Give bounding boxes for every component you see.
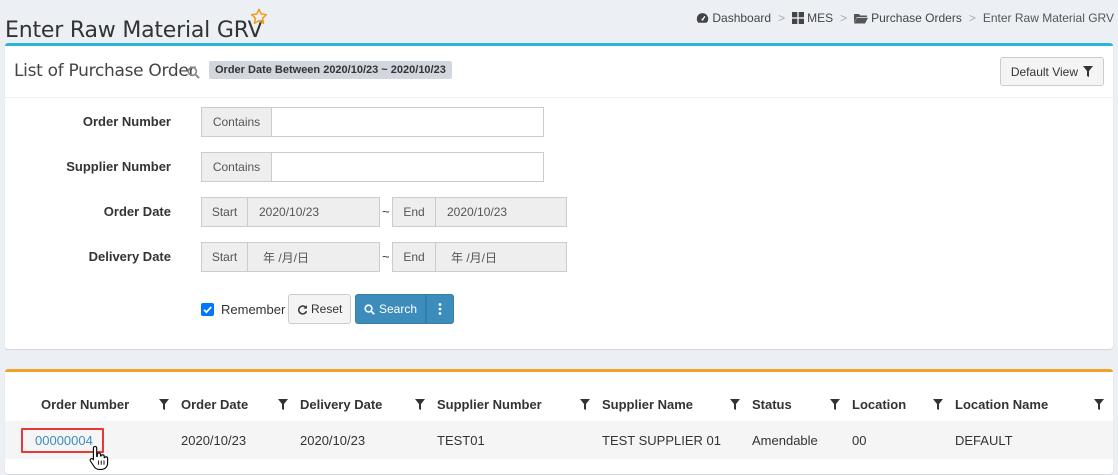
cell-status: Amendable bbox=[752, 432, 818, 448]
cell-location-name: DEFAULT bbox=[955, 432, 1013, 448]
range-separator: ~ bbox=[382, 204, 390, 219]
remember-label[interactable]: Remember bbox=[221, 302, 285, 317]
column-header-location-name[interactable]: Location Name bbox=[955, 388, 1113, 421]
table-header-row: Order Number Order Date Delivery Date Su… bbox=[5, 388, 1113, 421]
supplier-number-input[interactable] bbox=[271, 152, 544, 182]
delivery-date-start-input[interactable]: 年 /月/日 bbox=[247, 242, 380, 272]
default-view-label: Default View bbox=[1010, 64, 1078, 79]
filter-icon[interactable] bbox=[730, 399, 740, 410]
column-header-label: Supplier Name bbox=[602, 397, 694, 412]
reset-label: Reset bbox=[311, 302, 343, 316]
column-header-label: Order Number bbox=[41, 397, 130, 412]
delivery-date-end-input[interactable]: 年 /月/日 bbox=[435, 242, 567, 272]
refresh-icon bbox=[298, 304, 308, 315]
supplier-number-label: Supplier Number bbox=[66, 159, 171, 174]
filter-icon[interactable] bbox=[1094, 399, 1104, 410]
order-date-start-input[interactable]: 2020/10/23 bbox=[247, 197, 380, 227]
column-header-label: Location bbox=[852, 397, 907, 412]
breadcrumb-mes[interactable]: MES bbox=[792, 11, 833, 25]
breadcrumb-purchase-orders[interactable]: Purchase Orders bbox=[854, 11, 962, 25]
results-table: Order Number Order Date Delivery Date Su… bbox=[5, 388, 1113, 459]
search-icon[interactable] bbox=[187, 66, 200, 84]
column-header-supplier-number[interactable]: Supplier Number bbox=[437, 388, 602, 421]
breadcrumb: Dashboard > MES > Purchase Orders > Ente… bbox=[696, 11, 1114, 25]
column-header-order-number[interactable]: Order Number bbox=[5, 388, 181, 421]
hand-cursor-icon bbox=[89, 445, 109, 475]
action-row: Remember Reset Search bbox=[201, 294, 501, 324]
column-header-label: Location Name bbox=[955, 397, 1049, 412]
column-header-label: Delivery Date bbox=[300, 397, 383, 412]
supplier-number-mode[interactable]: Contains bbox=[201, 152, 272, 182]
dashboard-icon bbox=[697, 13, 709, 23]
delivery-date-end-label: End bbox=[392, 242, 436, 272]
active-filter-badge: Order Date Between 2020/10/23 ~ 2020/10/… bbox=[209, 61, 452, 79]
results-panel: Order Number Order Date Delivery Date Su… bbox=[5, 369, 1113, 474]
order-date-end-label: End bbox=[392, 197, 436, 227]
page-title: Enter Raw Material GRV bbox=[5, 17, 263, 43]
filter-icon bbox=[1083, 66, 1093, 77]
column-header-status[interactable]: Status bbox=[752, 388, 852, 421]
order-number-input[interactable] bbox=[271, 107, 544, 137]
default-view-button[interactable]: Default View bbox=[999, 57, 1104, 86]
breadcrumb-separator: > bbox=[968, 11, 976, 25]
delivery-date-start-label: Start bbox=[201, 242, 248, 272]
cell-supplier-number: TEST01 bbox=[437, 432, 485, 448]
filter-panel: List of Purchase Order Order Date Betwee… bbox=[5, 43, 1113, 349]
delivery-date-row: Delivery Date Start 年 /月/日 ~ End 年 /月/日 bbox=[5, 242, 1113, 272]
cell-supplier-name: TEST SUPPLIER 01 bbox=[602, 432, 721, 448]
order-number-label: Order Number bbox=[82, 114, 171, 129]
reset-button[interactable]: Reset bbox=[288, 294, 352, 324]
column-header-label: Supplier Number bbox=[437, 397, 542, 412]
filter-icon[interactable] bbox=[933, 399, 943, 410]
page-header: Enter Raw Material GRV Dashboard > MES >… bbox=[0, 0, 1118, 43]
range-separator: ~ bbox=[382, 249, 390, 264]
filter-panel-header: List of Purchase Order Order Date Betwee… bbox=[5, 46, 1113, 98]
folder-icon bbox=[854, 13, 869, 23]
cell-order-date: 2020/10/23 bbox=[181, 432, 247, 448]
order-date-label: Order Date bbox=[103, 204, 171, 219]
search-button[interactable]: Search bbox=[355, 294, 426, 324]
column-header-label: Status bbox=[752, 397, 792, 412]
column-header-location[interactable]: Location bbox=[852, 388, 955, 421]
breadcrumb-label: Dashboard bbox=[712, 11, 772, 25]
order-number-row: Order Number Contains bbox=[5, 107, 1113, 137]
search-icon bbox=[364, 303, 375, 315]
breadcrumb-current: Enter Raw Material GRV bbox=[982, 11, 1114, 25]
filter-icon[interactable] bbox=[830, 399, 840, 410]
column-header-supplier-name[interactable]: Supplier Name bbox=[602, 388, 752, 421]
breadcrumb-separator: > bbox=[840, 11, 848, 25]
grid-icon bbox=[792, 12, 805, 24]
order-date-start-label: Start bbox=[201, 197, 248, 227]
cell-location: 00 bbox=[852, 432, 867, 448]
cell-delivery-date: 2020/10/23 bbox=[300, 432, 366, 448]
filter-icon[interactable] bbox=[278, 399, 288, 410]
order-number-mode[interactable]: Contains bbox=[201, 107, 272, 137]
column-header-order-date[interactable]: Order Date bbox=[181, 388, 300, 421]
breadcrumb-separator: > bbox=[778, 11, 786, 25]
delivery-date-label: Delivery Date bbox=[88, 249, 171, 264]
panel-title: List of Purchase Order bbox=[14, 61, 196, 81]
filter-icon[interactable] bbox=[580, 399, 590, 410]
table-row[interactable]: 00000004 2020/10/23 2020/10/23 TEST01 TE… bbox=[5, 421, 1113, 459]
remember-checkbox[interactable] bbox=[201, 303, 214, 316]
order-date-row: Order Date Start 2020/10/23 ~ End 2020/1… bbox=[5, 197, 1113, 227]
filter-icon[interactable] bbox=[415, 399, 425, 410]
star-icon[interactable] bbox=[249, 7, 269, 27]
breadcrumb-label: MES bbox=[807, 11, 834, 25]
column-header-label: Order Date bbox=[181, 397, 249, 412]
order-date-end-input[interactable]: 2020/10/23 bbox=[435, 197, 567, 227]
supplier-number-row: Supplier Number Contains bbox=[5, 152, 1113, 182]
more-options-button[interactable] bbox=[426, 294, 454, 324]
breadcrumb-dashboard[interactable]: Dashboard bbox=[696, 11, 771, 25]
breadcrumb-label: Purchase Orders bbox=[871, 11, 962, 25]
search-label: Search bbox=[378, 302, 418, 316]
column-header-delivery-date[interactable]: Delivery Date bbox=[300, 388, 437, 421]
more-vertical-icon bbox=[438, 303, 442, 315]
filter-icon[interactable] bbox=[159, 399, 169, 410]
